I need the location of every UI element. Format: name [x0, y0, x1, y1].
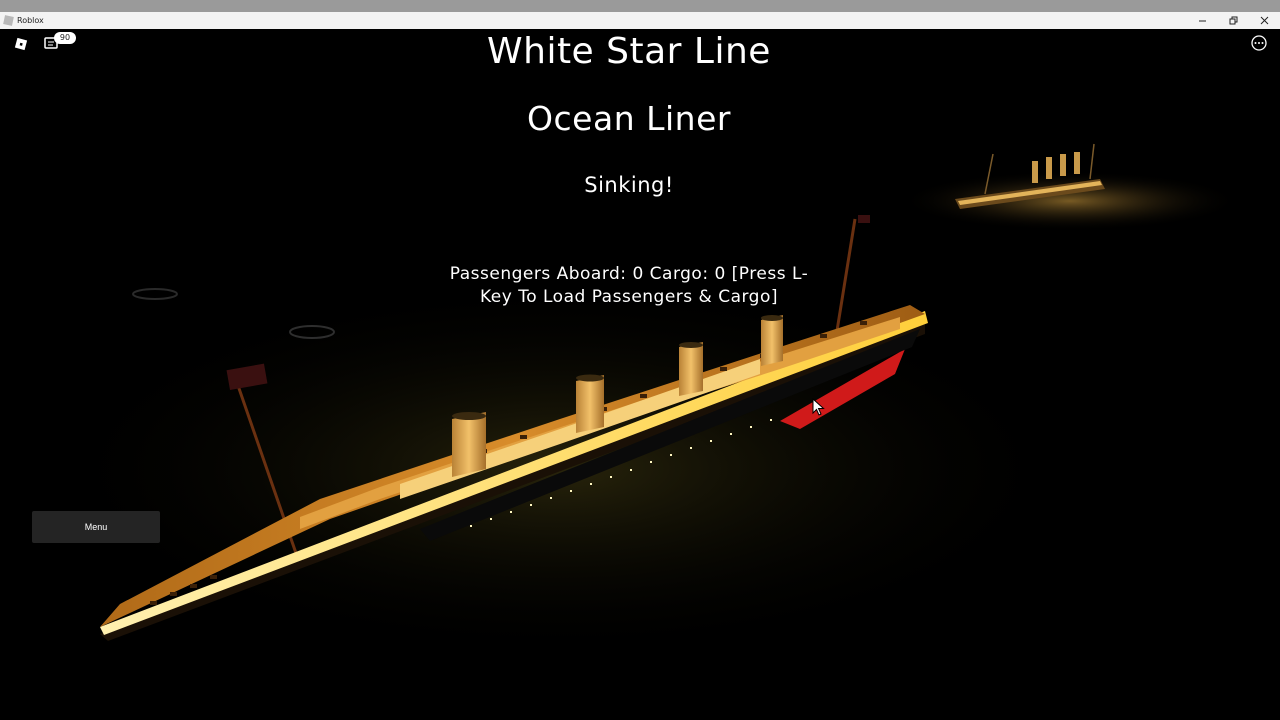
funnel — [576, 375, 604, 433]
window-controls — [1187, 12, 1280, 29]
window-title: Roblox — [17, 16, 44, 25]
game-viewport[interactable]: 90 White Star Line Ocean Liner Sinking! … — [0, 29, 1280, 720]
minimize-icon — [1199, 20, 1206, 22]
roblox-app-icon — [3, 15, 14, 26]
menu-button[interactable]: Menu — [32, 511, 160, 543]
funnel — [452, 412, 486, 477]
funnel — [679, 342, 703, 396]
close-button[interactable] — [1249, 12, 1280, 29]
top-strip — [0, 0, 1280, 12]
minimize-button[interactable] — [1187, 12, 1218, 29]
mouse-cursor-icon — [812, 398, 825, 416]
passenger-cargo-info: Passengers Aboard: 0 Cargo: 0 [Press L-K… — [449, 264, 809, 307]
funnel — [761, 315, 783, 366]
restore-button[interactable] — [1218, 12, 1249, 29]
ship-status: Sinking! — [584, 173, 674, 197]
water-ripple — [132, 288, 178, 300]
window-titlebar: Roblox — [0, 12, 1280, 29]
restore-icon — [1229, 16, 1238, 25]
ship-class-title: Ocean Liner — [527, 99, 731, 138]
flag — [858, 215, 870, 223]
close-icon — [1260, 16, 1269, 25]
company-title: White Star Line — [487, 31, 771, 72]
